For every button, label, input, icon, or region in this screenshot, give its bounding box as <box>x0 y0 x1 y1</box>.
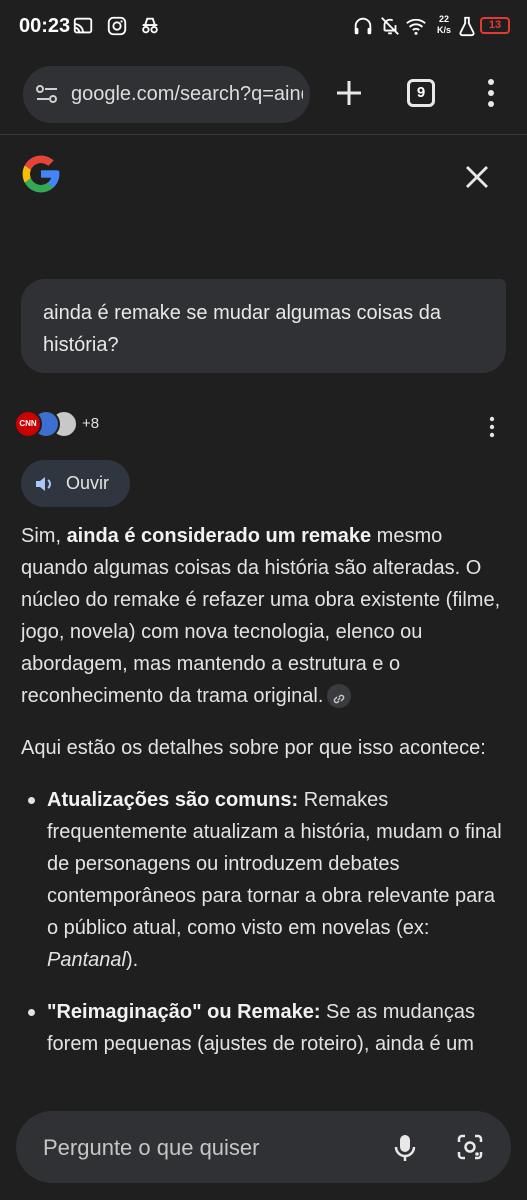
address-bar[interactable]: google.com/search?q=ainda <box>23 66 310 123</box>
answer-text: mesmo quando algumas coisas da história … <box>21 525 501 707</box>
google-logo-icon <box>22 155 60 193</box>
status-bar: 00:23 22 K/s 13 <box>0 0 527 56</box>
list-item-text: ). <box>125 949 139 971</box>
answer-bold-text: ainda é considerado um remake <box>66 525 372 547</box>
browser-toolbar: google.com/search?q=ainda 9 <box>0 56 527 135</box>
answer-paragraph: Aqui estão os detalhes sobre por que iss… <box>21 737 486 759</box>
list-item-heading: "Reimaginação" ou Remake: <box>47 1001 321 1023</box>
source-avatars[interactable]: CNN +8 <box>14 408 134 440</box>
listen-button[interactable]: Ouvir <box>21 460 130 507</box>
list-item-text: Remakes frequentemente atualizam a histó… <box>47 789 502 939</box>
speaker-icon <box>36 477 51 491</box>
list-item: Atualizações são comuns: Remakes frequen… <box>21 784 511 976</box>
answer-text: Sim, <box>21 525 67 547</box>
ask-input-bar[interactable]: Pergunte o que quiser <box>16 1111 511 1183</box>
wifi-icon <box>406 18 426 35</box>
headphones-icon <box>354 17 372 35</box>
listen-label: Ouvir <box>66 473 110 493</box>
ai-answer: Sim, ainda é considerado um remake mesmo… <box>21 520 511 1080</box>
incognito-icon <box>142 17 158 34</box>
battery-icon: 13 <box>480 17 510 34</box>
answer-paragraph: Sim, ainda é considerado um remake mesmo… <box>21 520 511 712</box>
ai-mode-panel: ainda é remake se mudar algumas coisas d… <box>0 136 527 1200</box>
network-speed-value: 22 <box>438 14 449 24</box>
link-icon[interactable] <box>327 684 352 708</box>
new-tab-icon[interactable] <box>334 78 364 108</box>
lab-icon <box>459 16 475 37</box>
user-query-bubble: ainda é remake se mudar algumas coisas d… <box>21 279 506 373</box>
close-icon[interactable] <box>464 164 490 190</box>
network-speed-unit: K/s <box>436 25 451 35</box>
more-options-icon[interactable] <box>480 78 502 108</box>
list-item-italic: Pantanal <box>47 949 126 971</box>
answer-list: Atualizações são comuns: Remakes frequen… <box>21 784 511 1060</box>
list-item: "Reimaginação" ou Remake: Se as mudanças… <box>21 996 511 1060</box>
more-sources-count[interactable]: +8 <box>82 415 99 432</box>
url-text[interactable]: google.com/search?q=ainda <box>71 83 303 106</box>
list-item-heading: Atualizações são comuns: <box>47 789 299 811</box>
network-speed: 22 K/s <box>434 14 454 36</box>
google-lens-icon[interactable] <box>456 1133 484 1161</box>
status-time: 00:23 <box>19 15 71 37</box>
cast-icon <box>73 17 93 34</box>
battery-level: 13 <box>488 19 502 31</box>
site-settings-icon[interactable] <box>35 83 59 105</box>
instagram-icon <box>107 16 127 36</box>
cnn-source-icon[interactable]: CNN <box>14 410 42 438</box>
response-menu-icon[interactable] <box>485 416 499 438</box>
ask-input-placeholder[interactable]: Pergunte o que quiser <box>43 1135 260 1161</box>
tab-switcher-button[interactable]: 9 <box>407 79 435 107</box>
bell-off-icon <box>381 17 399 35</box>
microphone-icon[interactable] <box>393 1133 417 1163</box>
